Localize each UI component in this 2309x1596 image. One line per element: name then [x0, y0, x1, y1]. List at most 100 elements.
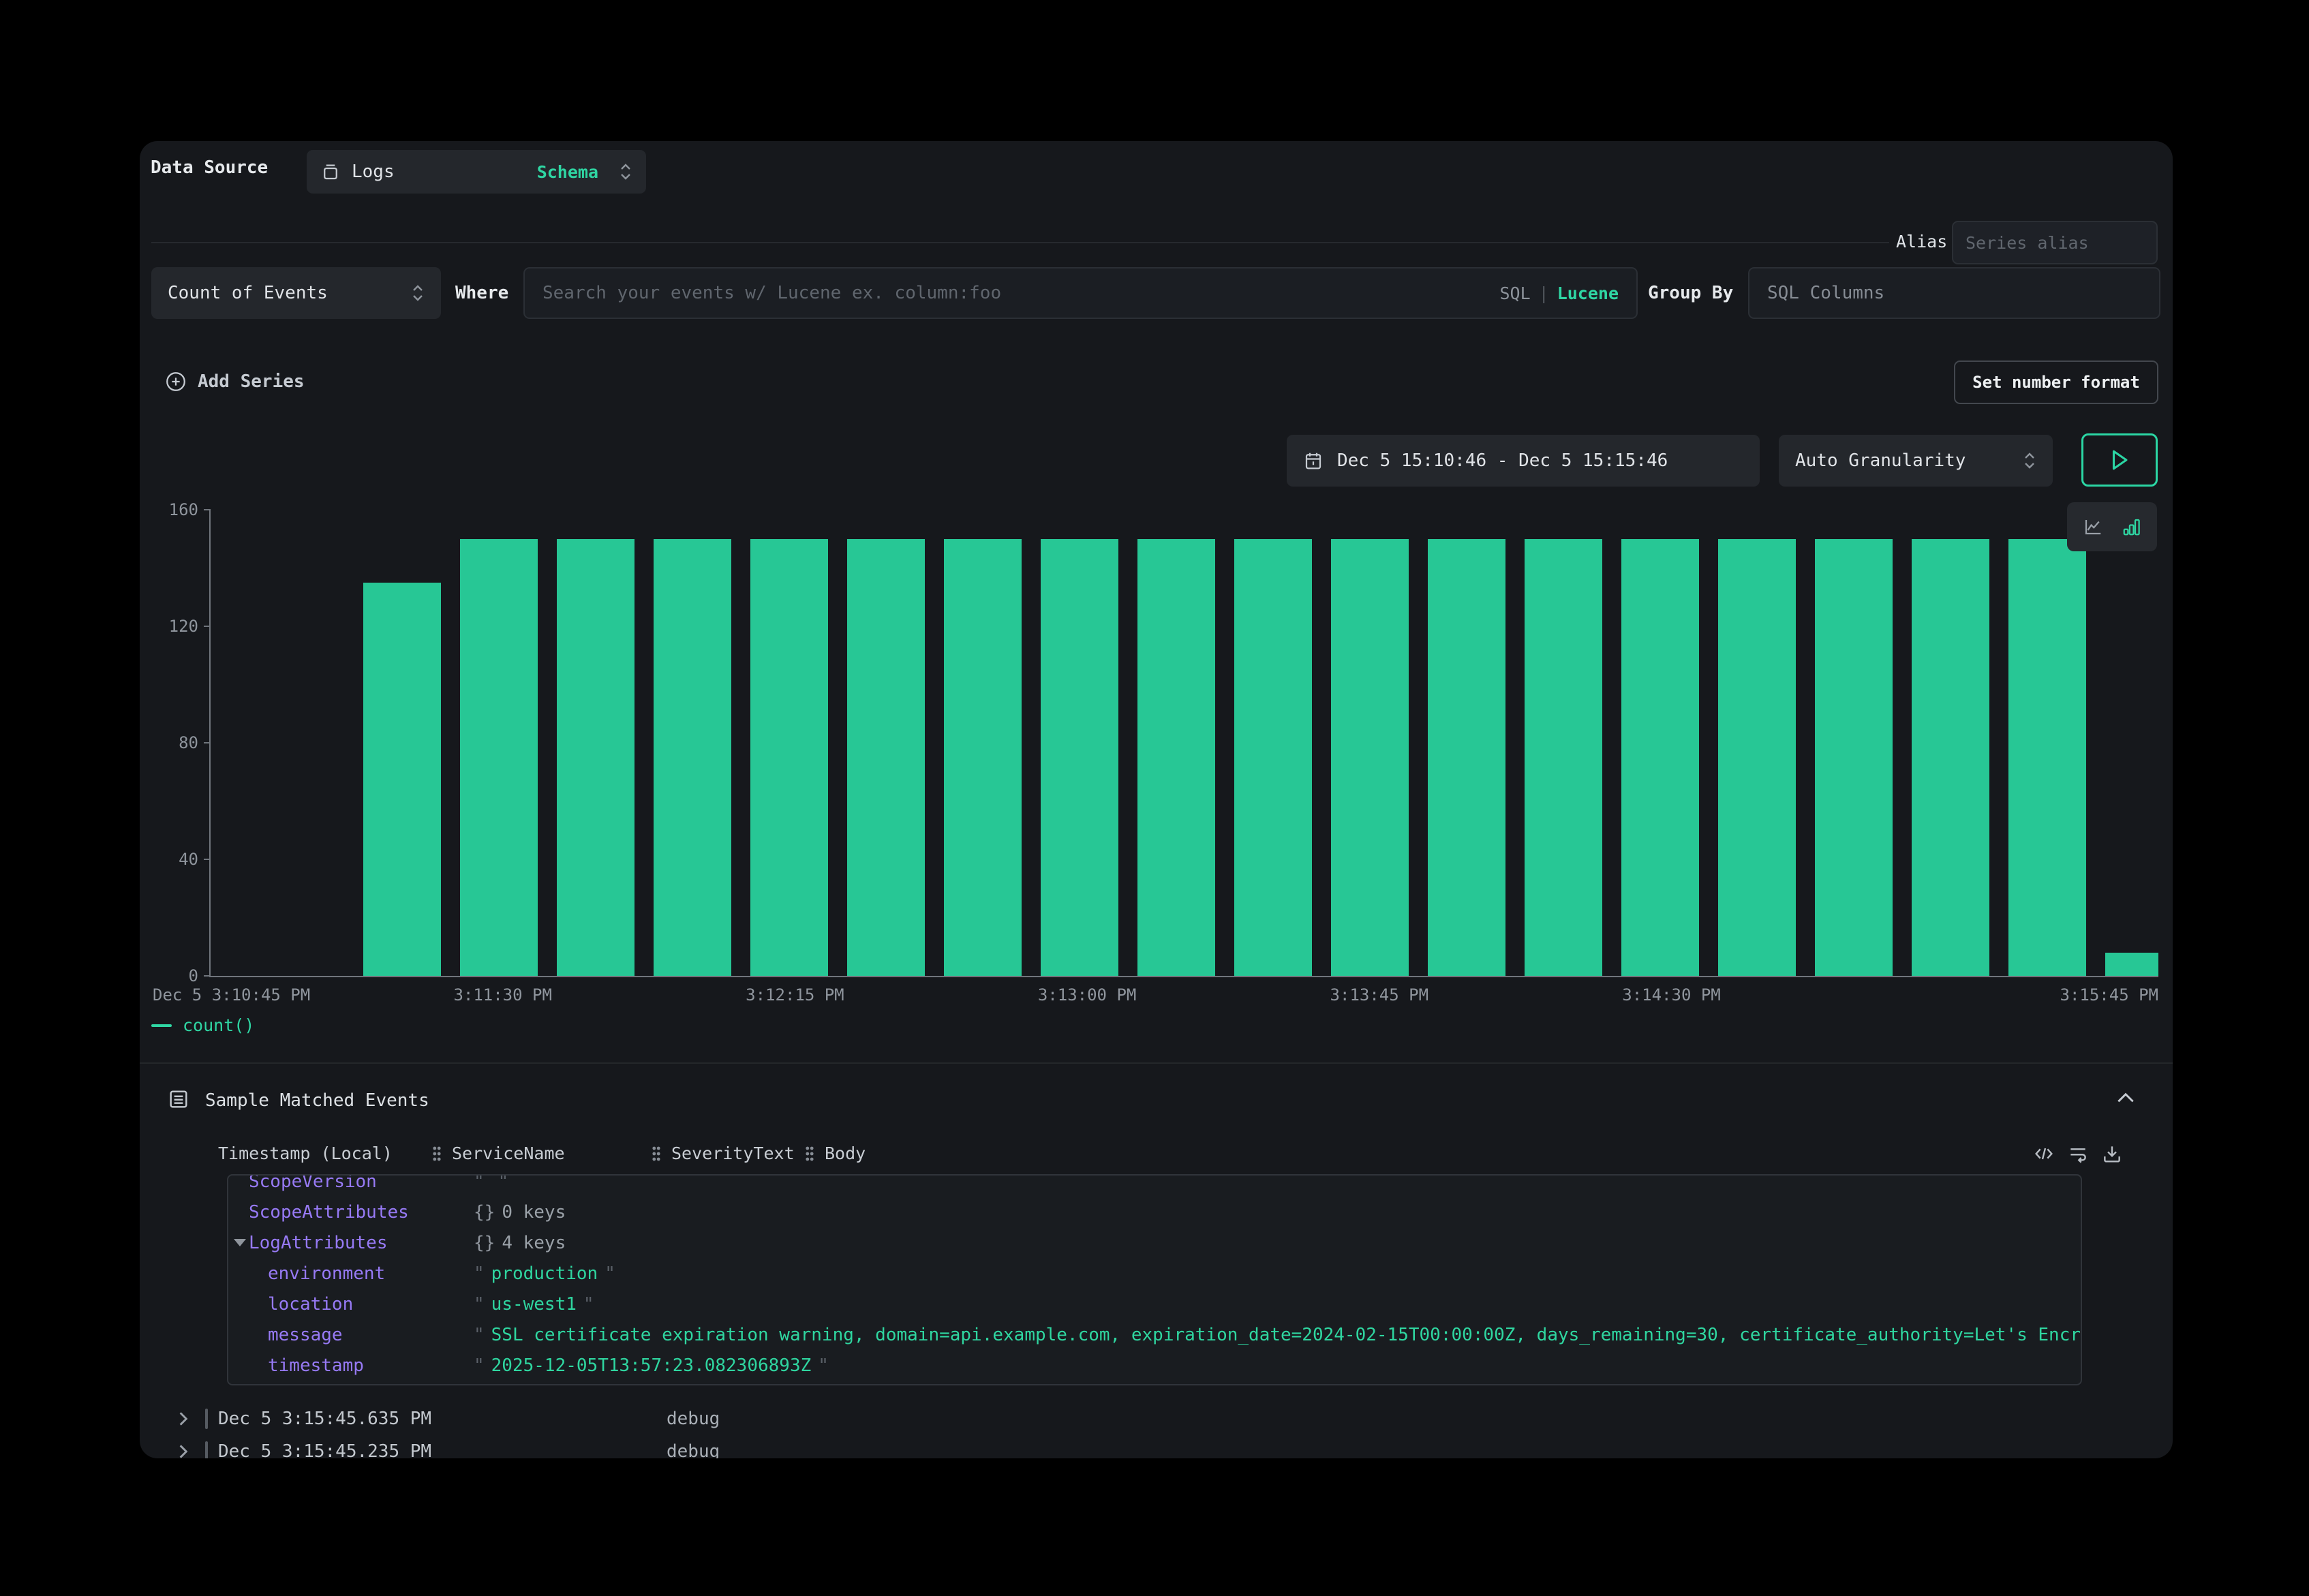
detail-row-ScopeAttributes[interactable]: ScopeAttributes{}0 keys	[228, 1197, 2081, 1227]
sample-matched-events-title: Sample Matched Events	[205, 1087, 429, 1114]
add-series-label: Add Series	[198, 371, 305, 392]
set-number-format-button[interactable]: Set number format	[1954, 360, 2158, 404]
run-query-button[interactable]	[2081, 433, 2158, 487]
caret-down-icon[interactable]	[234, 1239, 246, 1246]
chevron-updown-icon	[411, 283, 425, 303]
chevron-updown-icon	[2023, 450, 2036, 471]
time-range-picker[interactable]: Dec 5 15:10:46 - Dec 5 15:15:46	[1287, 435, 1760, 487]
event-row[interactable]: Dec 5 3:15:45.235 PM debug	[140, 1437, 2173, 1458]
bar-16	[1912, 539, 1989, 976]
y-tick-mark	[204, 742, 211, 743]
severity-indicator	[205, 1441, 208, 1458]
bar-0	[363, 583, 441, 976]
data-source-label: Data Source	[151, 152, 268, 183]
column-header-servicename[interactable]: ServiceName	[452, 1141, 565, 1166]
drag-grip-icon[interactable]	[651, 1145, 662, 1163]
detail-row-environment[interactable]: environment "production"	[228, 1258, 2081, 1289]
x-tick-label: Dec 5 3:10:45 PM	[153, 985, 310, 1004]
download-icon[interactable]	[2101, 1143, 2123, 1165]
app-background: Data Source Logs Schema Alias Series ali…	[0, 0, 2309, 1596]
bar-9	[1234, 539, 1312, 976]
x-tick-label: 3:12:15 PM	[692, 985, 897, 1004]
code-view-icon[interactable]	[2033, 1143, 2055, 1165]
x-tick-label: 3:15:45 PM	[2060, 985, 2159, 1004]
chart-legend[interactable]: count()	[151, 1015, 254, 1035]
alias-placeholder: Series alias	[1966, 233, 2089, 253]
where-label: Where	[455, 277, 508, 309]
alias-label: Alias	[1896, 227, 1947, 257]
y-tick-label: 160	[140, 500, 198, 519]
data-source-select[interactable]: Logs Schema	[307, 150, 646, 194]
sql-mode-toggle[interactable]: SQL	[1499, 283, 1530, 303]
bar-chart-icon[interactable]	[2122, 517, 2141, 537]
y-tick-label: 120	[140, 617, 198, 636]
expand-row-icon[interactable]	[177, 1410, 189, 1428]
y-tick-mark	[204, 859, 211, 860]
bar-10	[1331, 539, 1409, 976]
detail-row-message[interactable]: message"SSL certificate expiration warni…	[228, 1319, 2081, 1350]
group-by-placeholder: SQL Columns	[1767, 283, 1884, 303]
detail-key: environment	[268, 1263, 385, 1284]
detail-row-timestamp[interactable]: timestamp"2025-12-05T13:57:23.082306893Z…	[228, 1350, 2081, 1381]
group-by-label: Group By	[1648, 277, 1733, 309]
list-icon	[167, 1088, 190, 1111]
y-tick-label: 0	[140, 966, 198, 985]
detail-key: location	[268, 1294, 353, 1315]
aggregation-select[interactable]: Count of Events	[151, 267, 441, 319]
x-tick-label: 3:14:30 PM	[1570, 985, 1774, 1004]
alias-divider	[151, 242, 1889, 243]
alias-input[interactable]: Series alias	[1952, 221, 2158, 264]
bar-5	[847, 539, 925, 976]
bar-6	[944, 539, 1022, 976]
chart-builder-card: Data Source Logs Schema Alias Series ali…	[140, 141, 2173, 1458]
mode-separator: |	[1539, 283, 1549, 303]
bar-chart-plot: 04080120160 Dec 5 3:10:45 PM3:11:30 PM3:…	[209, 510, 2158, 977]
add-series-button[interactable]: Add Series	[164, 366, 305, 397]
y-tick-mark	[204, 975, 211, 977]
detail-row-ScopeVersion[interactable]: ScopeVersion""	[228, 1174, 2081, 1197]
column-header-body[interactable]: Body	[825, 1141, 866, 1166]
circle-plus-icon	[164, 370, 187, 393]
x-tick-label: 3:13:00 PM	[985, 985, 1189, 1004]
event-severity: debug	[667, 1404, 720, 1434]
group-by-input[interactable]: SQL Columns	[1748, 267, 2160, 319]
detail-value: "SSL certificate expiration warning, dom…	[474, 1325, 2082, 1345]
chart-bars	[211, 510, 2158, 976]
search-input[interactable]: Search your events w/ Lucene ex. column:…	[523, 267, 1638, 319]
bar-14	[1718, 539, 1796, 976]
y-tick-mark	[204, 509, 211, 510]
bar-17	[2008, 539, 2086, 976]
wrap-text-icon[interactable]	[2067, 1143, 2089, 1165]
collapse-section-button[interactable]	[2115, 1090, 2137, 1105]
event-timestamp: Dec 5 3:15:45.235 PM	[218, 1437, 431, 1458]
detail-key: ScopeVersion	[249, 1174, 377, 1192]
severity-indicator	[205, 1409, 208, 1429]
bar-8	[1137, 539, 1215, 976]
detail-value: "production"	[474, 1263, 615, 1284]
bar-11	[1428, 539, 1505, 976]
detail-row-LogAttributes[interactable]: LogAttributes{}4 keys	[228, 1227, 2081, 1258]
detail-value: "2025-12-05T13:57:23.082306893Z"	[474, 1355, 829, 1376]
data-source-value: Logs	[352, 162, 395, 182]
event-row[interactable]: Dec 5 3:15:45.635 PM debug	[140, 1404, 2173, 1434]
aggregation-value: Count of Events	[168, 283, 328, 303]
column-header-timestamp[interactable]: Timestamp (Local)	[218, 1141, 393, 1166]
bar-3	[654, 539, 731, 976]
detail-row-location[interactable]: location "us-west1"	[228, 1289, 2081, 1319]
y-tick-mark	[204, 626, 211, 627]
search-placeholder: Search your events w/ Lucene ex. column:…	[542, 283, 1001, 303]
event-severity: debug	[667, 1437, 720, 1458]
events-section-divider	[140, 1062, 2173, 1064]
schema-link[interactable]: Schema	[537, 162, 598, 182]
lucene-mode-toggle[interactable]: Lucene	[1557, 283, 1619, 303]
detail-value: {}0 keys	[474, 1202, 566, 1223]
expand-row-icon[interactable]	[177, 1443, 189, 1458]
drag-grip-icon[interactable]	[804, 1145, 815, 1163]
y-tick-label: 40	[140, 850, 198, 869]
granularity-select[interactable]: Auto Granularity	[1779, 435, 2053, 487]
line-chart-icon[interactable]	[2083, 517, 2103, 537]
drag-grip-icon[interactable]	[431, 1145, 442, 1163]
event-timestamp: Dec 5 3:15:45.635 PM	[218, 1404, 431, 1434]
column-header-severitytext[interactable]: SeverityText	[671, 1141, 795, 1166]
detail-value: "us-west1"	[474, 1294, 594, 1315]
